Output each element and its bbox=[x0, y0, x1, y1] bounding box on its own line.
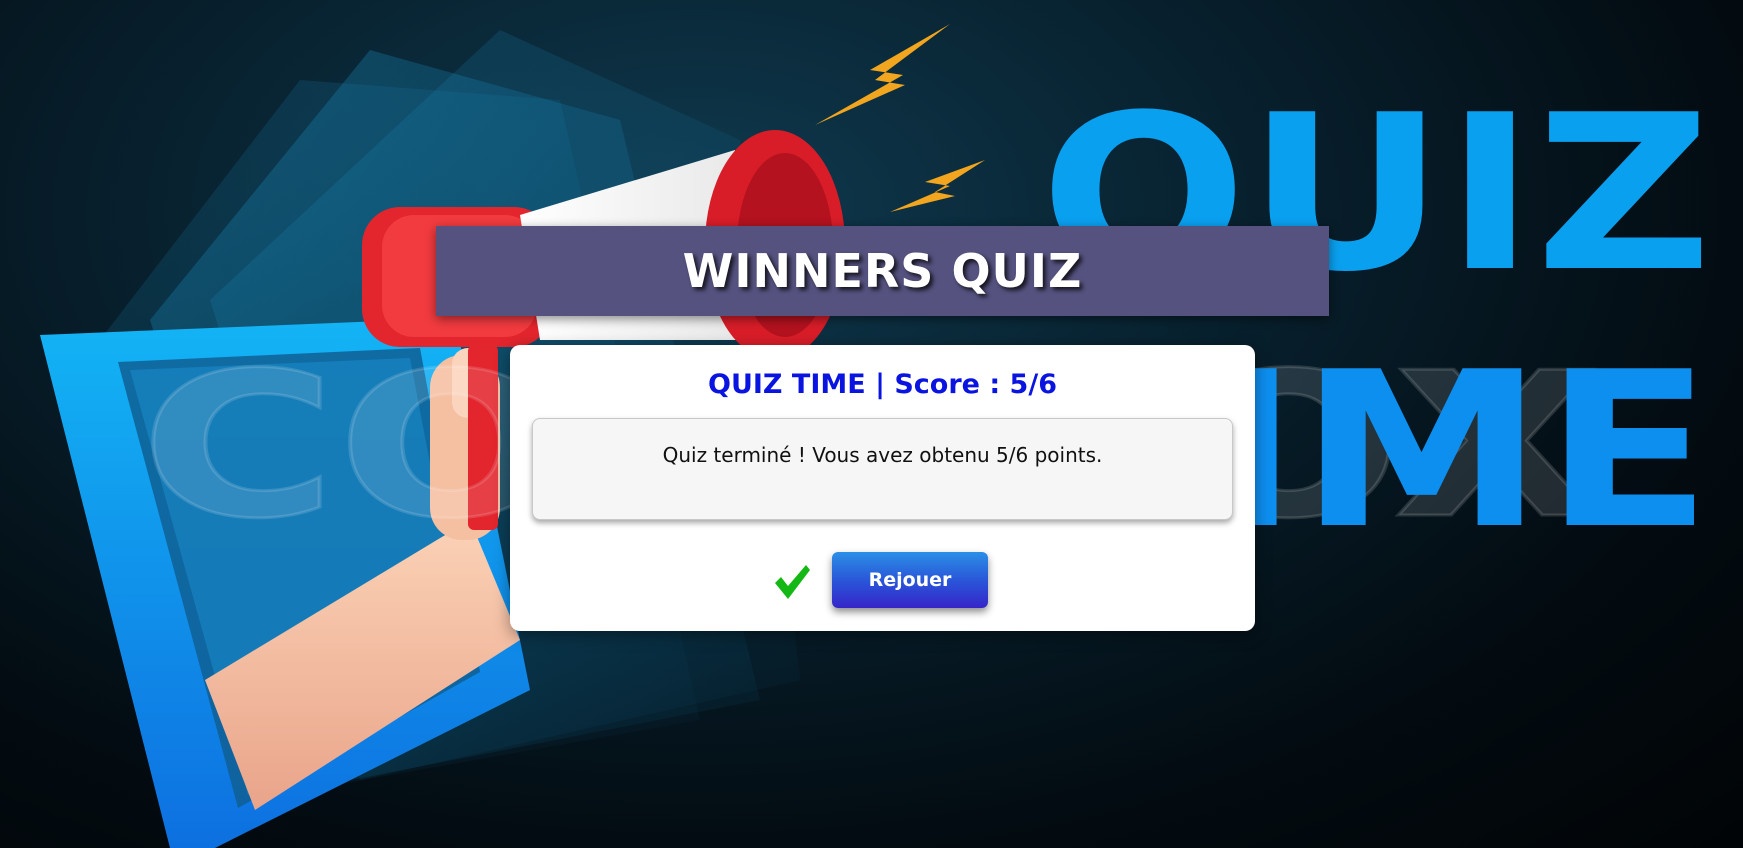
checkmark-icon bbox=[775, 565, 810, 599]
lightning-icon bbox=[815, 24, 985, 212]
score-heading: QUIZ TIME | Score : 5/6 bbox=[708, 369, 1057, 400]
result-message: Quiz terminé ! Vous avez obtenu 5/6 poin… bbox=[662, 443, 1103, 467]
result-card: QUIZ TIME | Score : 5/6 Quiz terminé ! V… bbox=[510, 345, 1255, 631]
header-bar: WINNERS QUIZ bbox=[436, 226, 1329, 316]
replay-button[interactable]: Rejouer bbox=[832, 552, 988, 608]
quiz-screen: CODEBOX QUIZ TIME WINNERS QUIZ QUIZ TIME… bbox=[0, 0, 1743, 848]
page-title: WINNERS QUIZ bbox=[682, 244, 1083, 298]
result-message-box: Quiz terminé ! Vous avez obtenu 5/6 poin… bbox=[532, 418, 1233, 520]
